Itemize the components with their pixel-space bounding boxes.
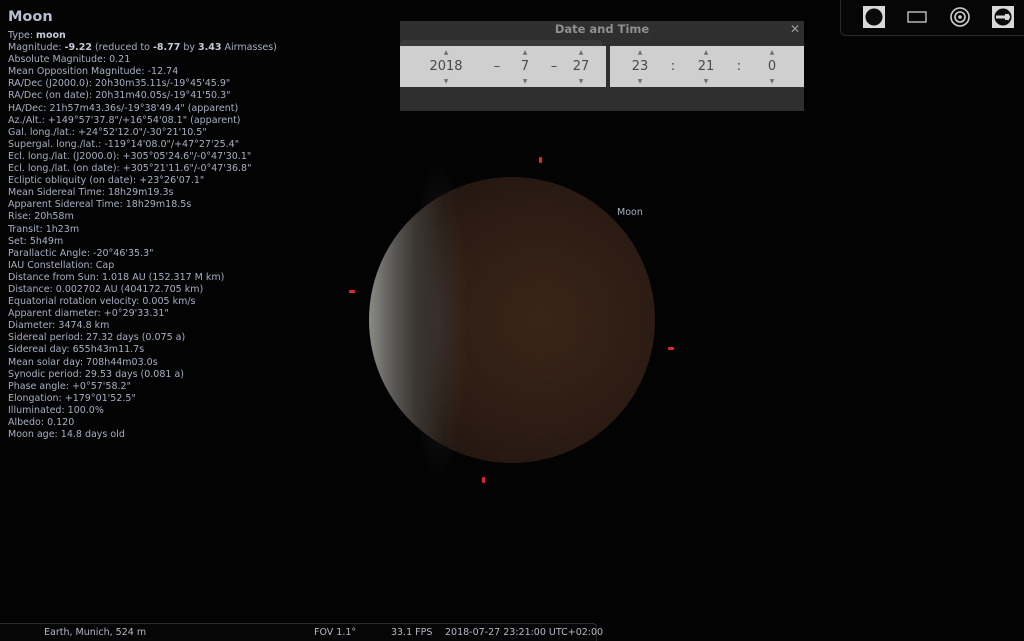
target-circles-icon[interactable] xyxy=(949,6,971,28)
spin-up-icon[interactable]: ▲ xyxy=(512,50,538,56)
dialog-title[interactable]: Date and Time xyxy=(400,21,804,39)
spin-up-icon[interactable]: ▲ xyxy=(420,50,472,56)
object-title: Moon xyxy=(8,9,53,25)
object-info-panel: Moon Type: moon Magnitude: -9.22 (reduce… xyxy=(8,8,338,441)
spin-down-icon[interactable]: ▼ xyxy=(568,79,594,85)
selection-marker-right xyxy=(668,347,674,350)
spin-down-icon[interactable]: ▼ xyxy=(692,79,720,85)
moon-object[interactable] xyxy=(369,157,655,483)
info-line: RA/Dec (on date): 20h31m40.05s/-19°41'50… xyxy=(8,90,231,102)
spin-up-icon[interactable]: ▲ xyxy=(692,50,720,56)
info-line: Supergal. long./lat.: -119°14'08.0"/+47°… xyxy=(8,138,240,150)
info-line: Sidereal day: 655h43m11.7s xyxy=(8,344,145,356)
info-line: Diameter: 3474.8 km xyxy=(8,320,110,332)
selection-marker-left xyxy=(349,290,355,293)
selection-marker-top xyxy=(539,157,542,163)
close-icon[interactable]: ✕ xyxy=(790,22,800,36)
spin-down-icon[interactable]: ▼ xyxy=(626,79,654,85)
info-magnitude: Magnitude: -9.22 (reduced to -8.77 by 3.… xyxy=(8,42,277,54)
moon-terminator xyxy=(409,157,469,483)
oculars-toolbar xyxy=(840,0,1024,36)
info-line: Illuminated: 100.0% xyxy=(8,404,104,416)
year-spinbox[interactable]: ▲ 2018 ▼ xyxy=(420,46,472,87)
info-line: Albedo: 0.120 xyxy=(8,417,75,428)
second-value: 0 xyxy=(767,59,777,74)
info-line: Set: 5h49m xyxy=(8,235,64,247)
rectangle-frame-icon[interactable] xyxy=(906,6,928,28)
info-line: HA/Dec: 21h57m43.36s/-19°38'49.4" (appar… xyxy=(8,102,239,114)
hour-spinbox[interactable]: ▲ 23 ▼ xyxy=(626,46,654,87)
day-spinbox[interactable]: ▲ 27 ▼ xyxy=(568,46,594,87)
year-value: 2018 xyxy=(429,59,463,74)
moon-sky-label: Moon xyxy=(617,207,643,218)
info-line: Mean Sidereal Time: 18h29m19.3s xyxy=(8,187,174,199)
info-line: Rise: 20h58m xyxy=(8,211,74,223)
info-line: Transit: 1h23m xyxy=(8,223,80,235)
datetime-text[interactable]: 2018-07-27 23:21:00 UTC+02:00 xyxy=(445,624,603,641)
info-line: Absolute Magnitude: 0.21 xyxy=(8,54,131,66)
fps-text: 33.1 FPS xyxy=(391,627,433,638)
info-line: IAU Constellation: Cap xyxy=(8,259,115,271)
info-line: Ecliptic obliquity (on date): +23°26'07.… xyxy=(8,175,205,187)
spin-down-icon[interactable]: ▼ xyxy=(420,79,472,85)
location-text[interactable]: Earth, Munich, 524 m xyxy=(44,624,146,641)
moon-disc-icon[interactable] xyxy=(863,6,885,28)
info-line: Apparent diameter: +0°29'33.31" xyxy=(8,308,169,320)
info-line: Ecl. long./lat. (J2000.0): +305°05'24.6"… xyxy=(8,150,252,162)
info-line: Phase angle: +0°57'58.2" xyxy=(8,380,131,392)
hour-value: 23 xyxy=(631,59,649,74)
info-line: Elongation: +179°01'52.5" xyxy=(8,392,136,404)
time-separator: : xyxy=(736,59,742,74)
day-value: 27 xyxy=(572,59,590,74)
month-value: 7 xyxy=(520,59,530,74)
date-separator: – xyxy=(493,59,501,74)
info-line: Synodic period: 29.53 days (0.081 a) xyxy=(8,368,184,380)
info-line: Parallactic Angle: -20°46'35.3" xyxy=(8,247,154,259)
status-bar[interactable]: Earth, Munich, 524 m FOV 1.1° 33.1 FPS 2… xyxy=(0,623,603,641)
minute-spinbox[interactable]: ▲ 21 ▼ xyxy=(692,46,720,87)
info-line: Az./Alt.: +149°57'37.8"/+16°54'08.1" (ap… xyxy=(8,114,241,126)
spin-up-icon[interactable]: ▲ xyxy=(568,50,594,56)
spin-down-icon[interactable]: ▼ xyxy=(758,79,786,85)
spin-up-icon[interactable]: ▲ xyxy=(758,50,786,56)
second-spinbox[interactable]: ▲ 0 ▼ xyxy=(758,46,786,87)
spin-up-icon[interactable]: ▲ xyxy=(626,50,654,56)
info-type: Type: moon xyxy=(8,30,66,41)
minute-value: 21 xyxy=(697,59,715,74)
info-line: Equatorial rotation velocity: 0.005 km/s xyxy=(8,296,196,308)
info-line: Mean Opposition Magnitude: -12.74 xyxy=(8,66,179,78)
info-line: Apparent Sidereal Time: 18h29m18.5s xyxy=(8,199,192,211)
info-line: Moon age: 14.8 days old xyxy=(8,429,125,441)
time-separator: : xyxy=(670,59,676,74)
info-line: Gal. long./lat.: +24°52'12.0"/-30°21'10.… xyxy=(8,126,207,138)
selection-marker-bottom xyxy=(482,477,485,483)
info-line: Mean solar day: 708h44m03.0s xyxy=(8,356,158,368)
spin-down-icon[interactable]: ▼ xyxy=(512,79,538,85)
fov-text: FOV 1.1° xyxy=(314,627,357,638)
info-line: Sidereal period: 27.32 days (0.075 a) xyxy=(8,332,186,344)
info-line: Distance: 0.002702 AU (404172.705 km) xyxy=(8,283,204,295)
date-separator: – xyxy=(550,59,558,74)
telescope-ocular-icon[interactable] xyxy=(992,6,1014,28)
month-spinbox[interactable]: ▲ 7 ▼ xyxy=(512,46,538,87)
info-line: RA/Dec (J2000.0): 20h30m35.11s/-19°45'45… xyxy=(8,78,231,90)
info-line: Ecl. long./lat. (on date): +305°21'11.6"… xyxy=(8,163,252,175)
info-line: Distance from Sun: 1.018 AU (152.317 M k… xyxy=(8,271,225,283)
